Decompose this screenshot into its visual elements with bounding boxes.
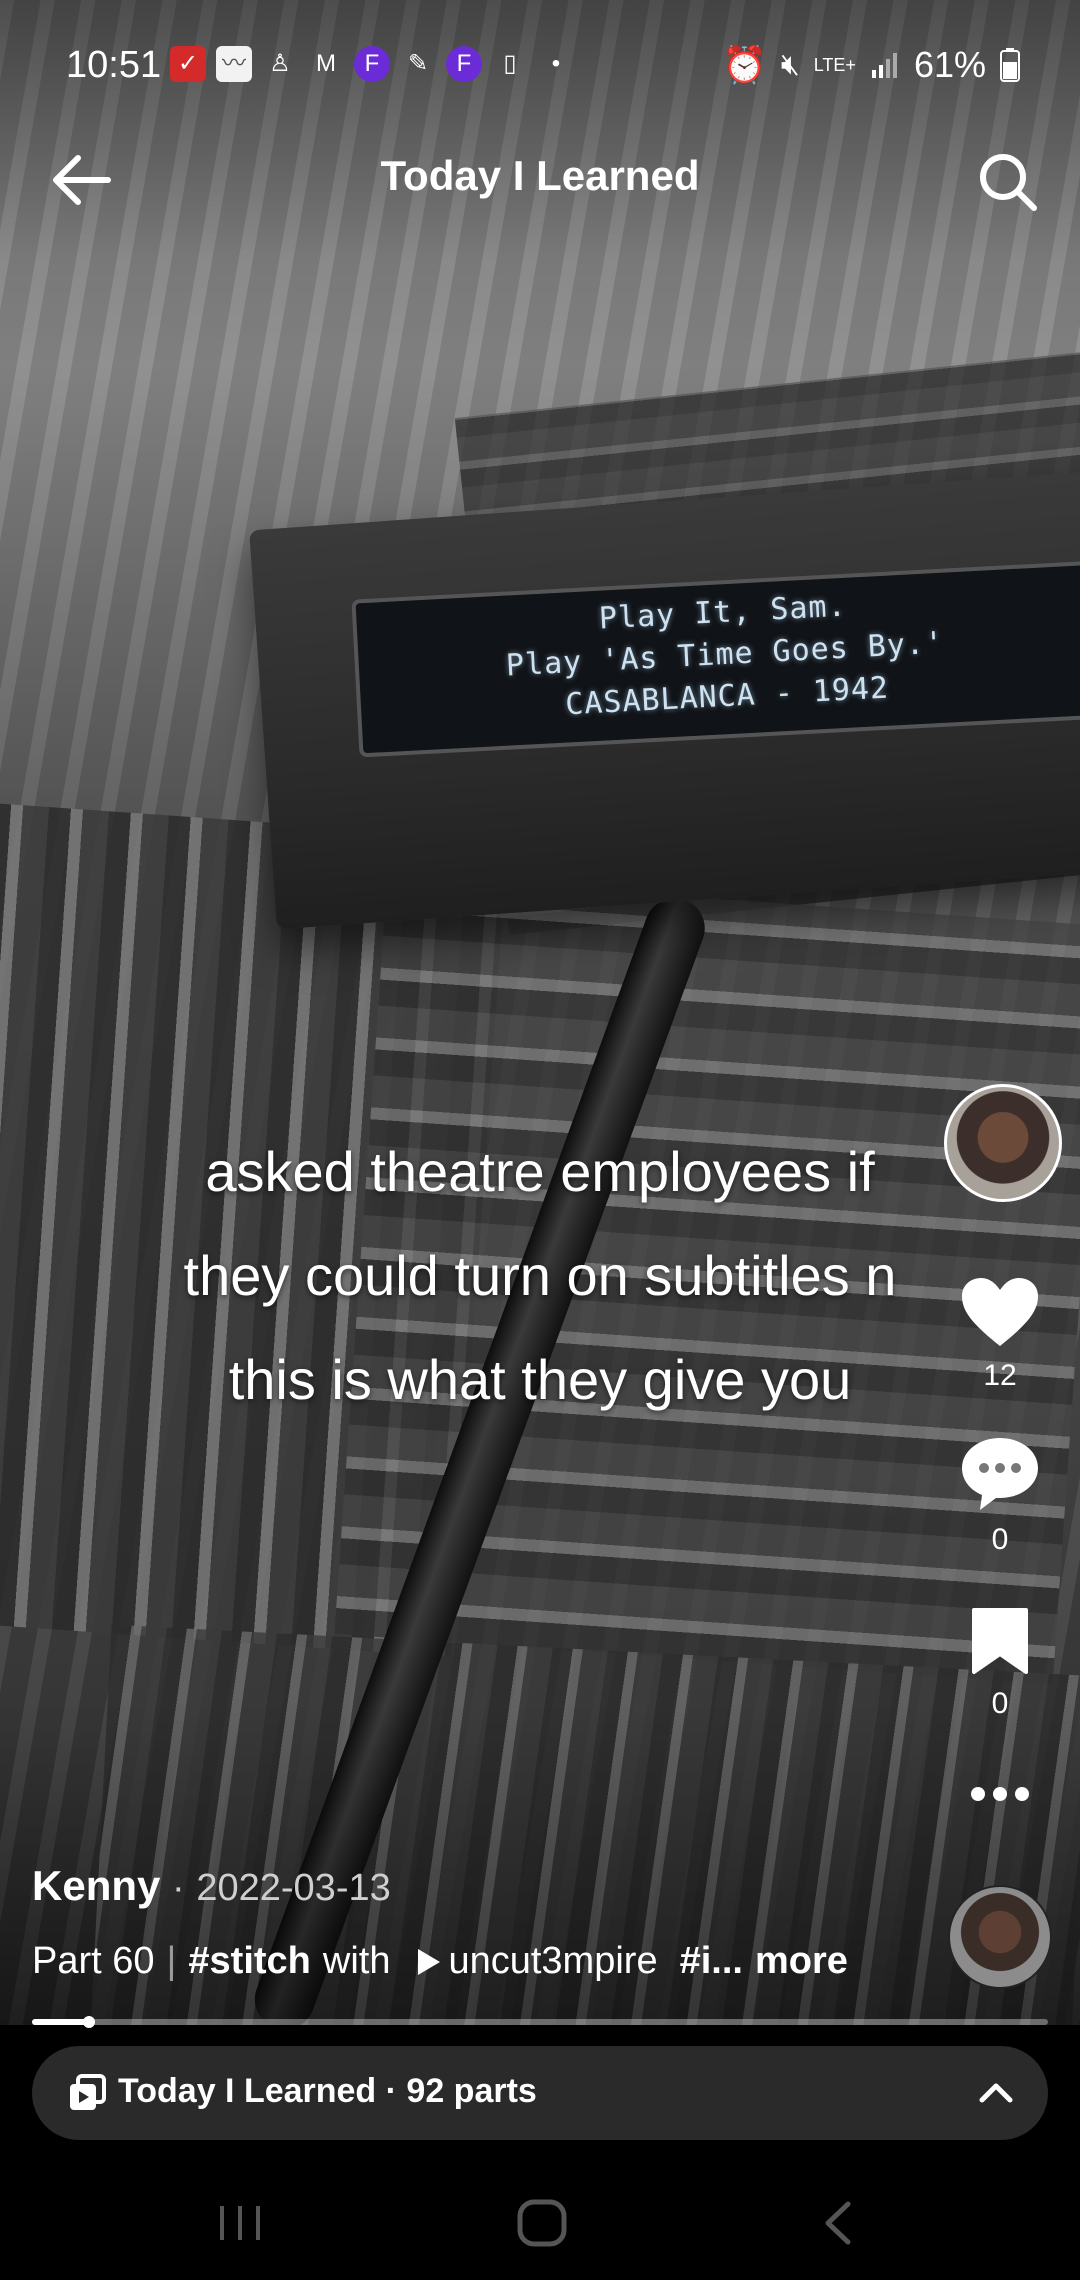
comment-icon bbox=[962, 1438, 1038, 1510]
caption-line: they could turn on subtitles n bbox=[183, 1244, 897, 1307]
part-label: Part 60 bbox=[32, 1940, 155, 1982]
checkmark-app-icon: ✓ bbox=[170, 46, 206, 82]
chart-app-icon: 〰 bbox=[216, 46, 252, 82]
heart-icon bbox=[962, 1278, 1038, 1346]
app-badge-icon: F bbox=[354, 46, 390, 82]
save-count: 0 bbox=[991, 1687, 1009, 1720]
battery-icon bbox=[1000, 48, 1020, 82]
mentioned-user: uncut3mpire bbox=[448, 1940, 658, 1982]
author-line: Kenny · 2022-03-13 bbox=[32, 1862, 391, 1910]
notification-icons: ✓ 〰 ♙ M F ✎ F ▯ • bbox=[170, 46, 574, 82]
like-button[interactable]: 12 bbox=[950, 1276, 1050, 1393]
bookmark-icon bbox=[972, 1608, 1028, 1674]
comment-button[interactable]: 0 bbox=[950, 1436, 1050, 1557]
caption-line: asked theatre employees if bbox=[205, 1140, 875, 1203]
feather-icon: ✎ bbox=[407, 50, 429, 77]
status-bar: 10:51 ✓ 〰 ♙ M F ✎ F ▯ • ⏰ 🔇︎ LTE+ 61% bbox=[0, 36, 1080, 96]
sound-avatar[interactable] bbox=[948, 1885, 1052, 1989]
recent-apps-icon[interactable] bbox=[210, 2198, 270, 2248]
status-time: 10:51 bbox=[66, 44, 162, 86]
more-link[interactable]: more bbox=[755, 1940, 848, 1983]
date-separator: · bbox=[172, 1867, 185, 1909]
signal-icon bbox=[871, 53, 897, 78]
dot-icon: • bbox=[551, 50, 561, 77]
play-icon bbox=[418, 1948, 441, 1975]
alarm-icon: ⏰ bbox=[722, 44, 767, 85]
post-date: 2022-03-13 bbox=[196, 1867, 391, 1909]
with-text: with bbox=[322, 1940, 391, 1982]
video-player[interactable]: Play It, Sam. Play 'As Time Goes By.' CA… bbox=[0, 0, 1080, 2025]
creator-avatar[interactable] bbox=[944, 1084, 1062, 1202]
hashtag-truncated[interactable]: #i... bbox=[680, 1940, 743, 1983]
progress-fill bbox=[32, 2019, 89, 2025]
hashtag-stitch[interactable]: #stitch bbox=[188, 1940, 310, 1983]
playlist-icon bbox=[70, 2074, 106, 2110]
progress-knob[interactable] bbox=[82, 2016, 95, 2028]
person-icon: ♙ bbox=[269, 50, 291, 77]
battery-percent: 61% bbox=[913, 44, 986, 85]
system-nav-bar bbox=[0, 2160, 1080, 2280]
like-count: 12 bbox=[983, 1359, 1017, 1392]
mention-link[interactable]: uncut3mpire bbox=[416, 1940, 658, 1983]
back-nav-icon[interactable] bbox=[810, 2198, 870, 2248]
video-progress-bar[interactable] bbox=[32, 2016, 1048, 2028]
search-icon[interactable] bbox=[976, 150, 1040, 214]
playlist-bar[interactable]: Today I Learned · 92 parts bbox=[32, 2046, 1048, 2140]
caption-line: this is what they give you bbox=[228, 1348, 852, 1411]
separator: | bbox=[166, 1940, 177, 1982]
more-dots-icon bbox=[971, 1787, 1029, 1801]
playlist-label: Today I Learned · 92 parts bbox=[118, 2072, 537, 2110]
author-name[interactable]: Kenny bbox=[32, 1862, 160, 1909]
save-button[interactable]: 0 bbox=[950, 1606, 1050, 1721]
video-caption: asked theatre employees if they could tu… bbox=[60, 1120, 1020, 1432]
system-icons: ⏰ 🔇︎ LTE+ 61% bbox=[722, 44, 1020, 86]
comment-count: 0 bbox=[991, 1523, 1009, 1556]
more-options-button[interactable] bbox=[950, 1782, 1050, 1811]
home-icon[interactable] bbox=[512, 2198, 572, 2248]
page-title: Today I Learned bbox=[380, 152, 700, 199]
chevron-up-icon[interactable] bbox=[976, 2072, 1016, 2112]
app-badge-icon: F bbox=[446, 46, 482, 82]
document-icon: ▯ bbox=[503, 50, 517, 77]
mute-icon: 🔇︎ bbox=[780, 48, 800, 81]
gmail-icon: M bbox=[316, 50, 336, 77]
post-description: Part 60 | #stitch with uncut3mpire #i...… bbox=[32, 1940, 848, 1983]
network-type: LTE+ bbox=[813, 54, 856, 75]
